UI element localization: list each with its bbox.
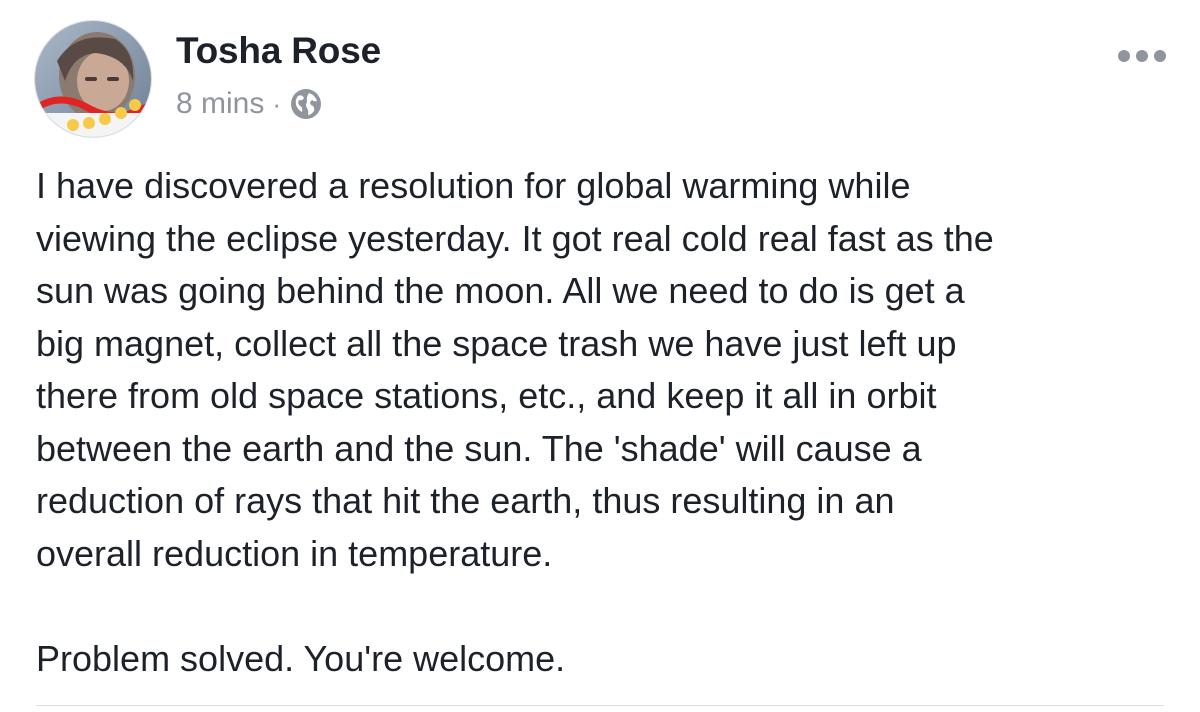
more-options-icon[interactable] [1118, 50, 1166, 62]
timestamp[interactable]: 8 mins [176, 87, 264, 121]
post-meta: 8 mins · [176, 84, 323, 124]
facebook-post: Tosha Rose 8 mins · I have discovered a … [0, 0, 1200, 712]
post-body: I have discovered a resolution for globa… [36, 160, 1176, 685]
author-name[interactable]: Tosha Rose [176, 29, 381, 73]
body-line: there from old space stations, etc., and… [36, 375, 937, 416]
body-line: I have discovered a resolution for globa… [36, 165, 911, 206]
meta-separator: · [272, 88, 282, 119]
body-line: big magnet, collect all the space trash … [36, 322, 957, 364]
divider [36, 705, 1164, 706]
body-line: sun was going behind the moon. All we ne… [36, 270, 965, 311]
body-line: reduction of rays that hit the earth, th… [36, 480, 895, 521]
profile-photo [35, 21, 151, 137]
body-line: viewing the eclipse yesterday. It got re… [36, 217, 994, 259]
globe-icon[interactable] [289, 87, 323, 121]
dot-2 [1136, 50, 1148, 62]
dot-1 [1118, 50, 1130, 62]
body-line: between the earth and the sun. The 'shad… [36, 427, 922, 469]
avatar[interactable] [34, 20, 152, 138]
dot-3 [1154, 50, 1166, 62]
closing-line: Problem solved. You're welcome. [36, 637, 566, 679]
body-line: overall reduction in temperature. [36, 532, 553, 574]
